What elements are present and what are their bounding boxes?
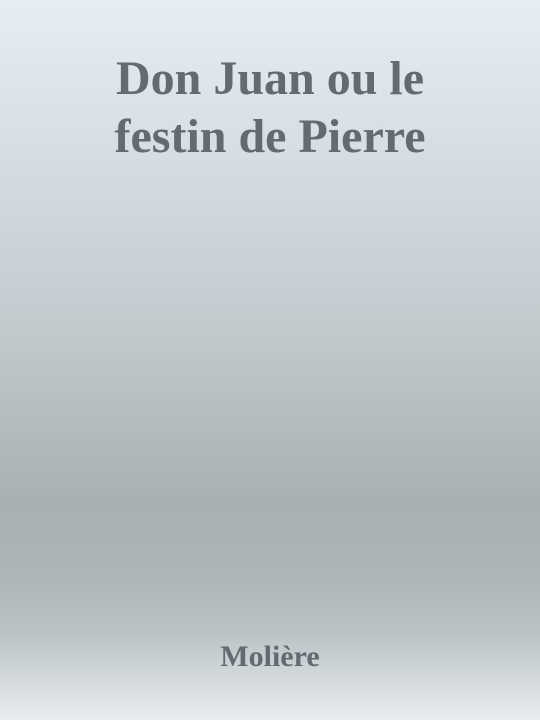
book-author: Molière bbox=[220, 640, 320, 673]
book-title-line-1: Don Juan ou le bbox=[115, 52, 425, 105]
book-title: Don Juan ou le festin de Pierre bbox=[0, 50, 540, 166]
book-title-line-2: festin de Pierre bbox=[114, 110, 426, 163]
book-cover: Don Juan ou le festin de Pierre Molière bbox=[0, 0, 540, 720]
